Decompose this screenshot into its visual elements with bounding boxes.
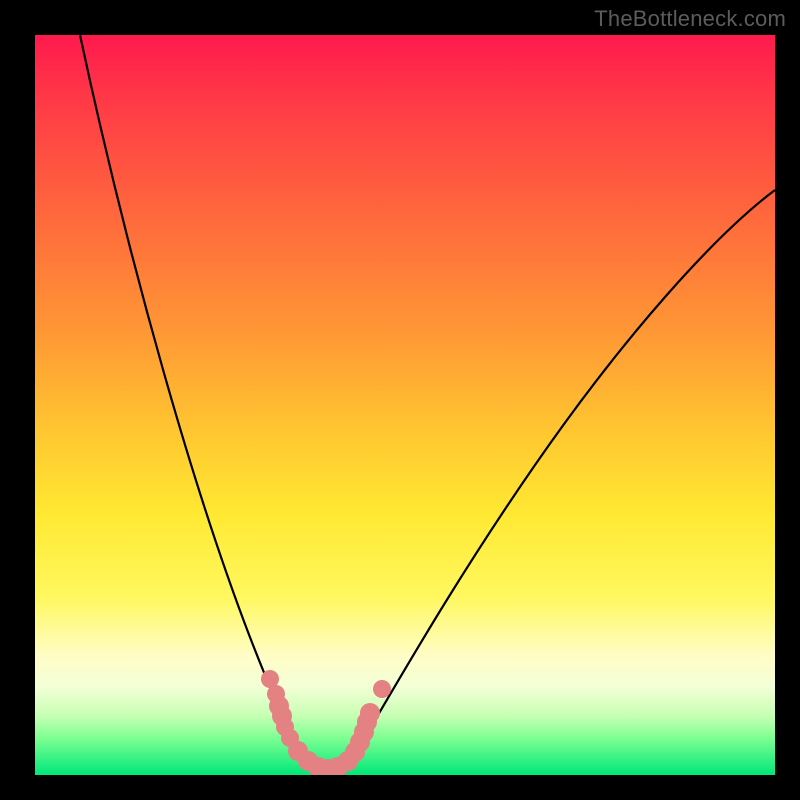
curve-svg <box>35 35 775 775</box>
good-zone-markers <box>261 670 391 775</box>
attribution-text: TheBottleneck.com <box>594 6 786 32</box>
chart-frame: TheBottleneck.com <box>0 0 800 800</box>
bottleneck-curve-right <box>353 190 775 757</box>
plot-area <box>35 35 775 775</box>
bottleneck-curve-left <box>80 35 303 757</box>
